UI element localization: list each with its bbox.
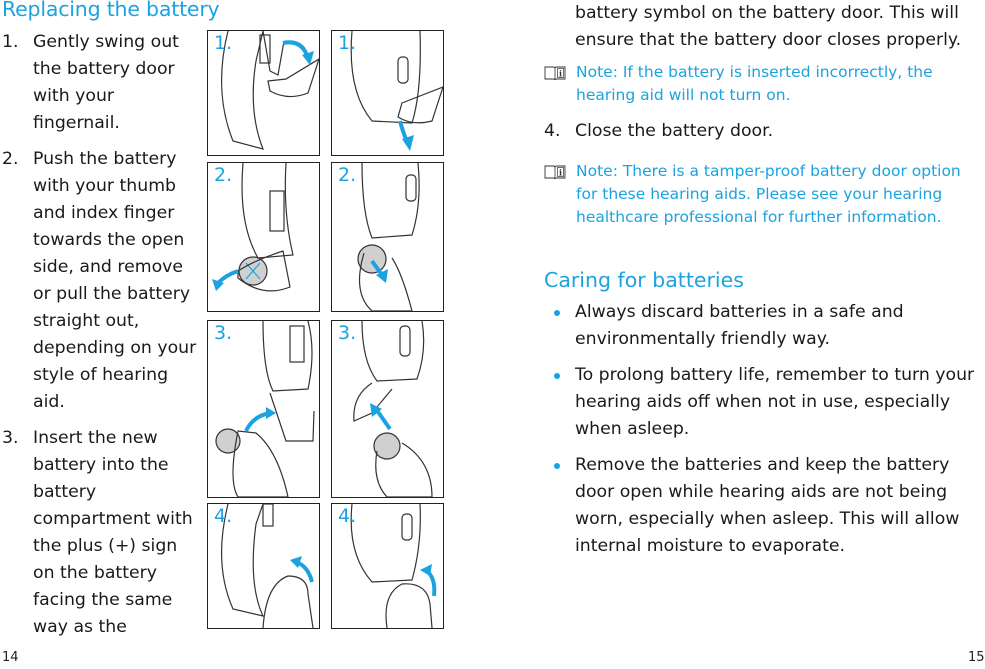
- page-number-left: 14: [2, 650, 19, 665]
- illustration-label: 1.: [214, 32, 233, 54]
- svg-text:i: i: [559, 168, 562, 178]
- step-3: 3. Insert the new battery into the batte…: [0, 425, 200, 641]
- step-number: 4.: [544, 121, 561, 141]
- note-text: Note: There is a tamper-proof battery do…: [576, 162, 961, 226]
- section-title-replacing-battery: Replacing the battery: [2, 0, 220, 21]
- illustration-step-4b: 4.: [331, 503, 444, 629]
- bullet-dot-icon: [554, 463, 560, 469]
- step-3-continuation: battery symbol on the battery door. This…: [575, 3, 962, 50]
- step-number: 1.: [2, 32, 19, 52]
- illustration-label: 1.: [338, 32, 357, 54]
- illustration-label: 4.: [214, 505, 233, 527]
- step-text: Insert the new battery into the battery …: [33, 428, 193, 637]
- step-4: 4. Close the battery door.: [544, 118, 773, 145]
- illustration-step-1b: 1.: [331, 30, 444, 156]
- bullet-text: To prolong battery life, remember to tur…: [575, 365, 975, 439]
- svg-text:i: i: [559, 69, 562, 79]
- bullet-text: Remove the batteries and keep the batter…: [575, 455, 960, 556]
- illustration-step-2a: 2.: [207, 162, 320, 312]
- bullet-item: To prolong battery life, remember to tur…: [544, 362, 984, 443]
- bullet-item: Remove the batteries and keep the batter…: [544, 452, 984, 560]
- step-number: 3.: [2, 428, 19, 448]
- illustration-label: 2.: [214, 164, 233, 186]
- page-number-right: 15: [968, 650, 985, 665]
- step-text: Close the battery door.: [575, 121, 774, 141]
- step-number: 2.: [2, 149, 19, 169]
- step-1: 1. Gently swing out the battery door wit…: [0, 29, 200, 137]
- step-text: Gently swing out the battery door with y…: [33, 32, 179, 133]
- note-tamper-proof: i Note: There is a tamper-proof battery …: [544, 160, 985, 229]
- illustration-label: 4.: [338, 505, 357, 527]
- illustration-step-1a: 1.: [207, 30, 320, 156]
- illustration-label: 3.: [214, 322, 233, 344]
- step-2: 2. Push the battery with your thumb and …: [0, 146, 200, 416]
- step-text: Push the battery with your thumb and ind…: [33, 149, 197, 412]
- illustration-label: 2.: [338, 164, 357, 186]
- info-book-icon: i: [544, 165, 566, 179]
- illustration-step-4a: 4.: [207, 503, 320, 629]
- illustration-label: 3.: [338, 322, 357, 344]
- note-incorrect-insertion: i Note: If the battery is inserted incor…: [544, 61, 985, 107]
- note-text: Note: If the battery is inserted incorre…: [576, 63, 933, 104]
- illustration-step-2b: 2.: [331, 162, 444, 312]
- section-title-caring-for-batteries: Caring for batteries: [544, 268, 744, 292]
- replacement-steps: 1. Gently swing out the battery door wit…: [0, 29, 200, 641]
- care-bullet-list: Always discard batteries in a safe and e…: [544, 299, 984, 560]
- info-book-icon: i: [544, 66, 566, 80]
- bullet-dot-icon: [554, 310, 560, 316]
- hearing-aid-drawing: [353, 321, 433, 497]
- bullet-item: Always discard batteries in a safe and e…: [544, 299, 984, 353]
- bullet-text: Always discard batteries in a safe and e…: [575, 302, 904, 349]
- bullet-dot-icon: [554, 373, 560, 379]
- illustration-step-3b: 3.: [331, 320, 444, 498]
- hearing-aid-drawing: [215, 321, 315, 497]
- illustration-step-3a: 3.: [207, 320, 320, 498]
